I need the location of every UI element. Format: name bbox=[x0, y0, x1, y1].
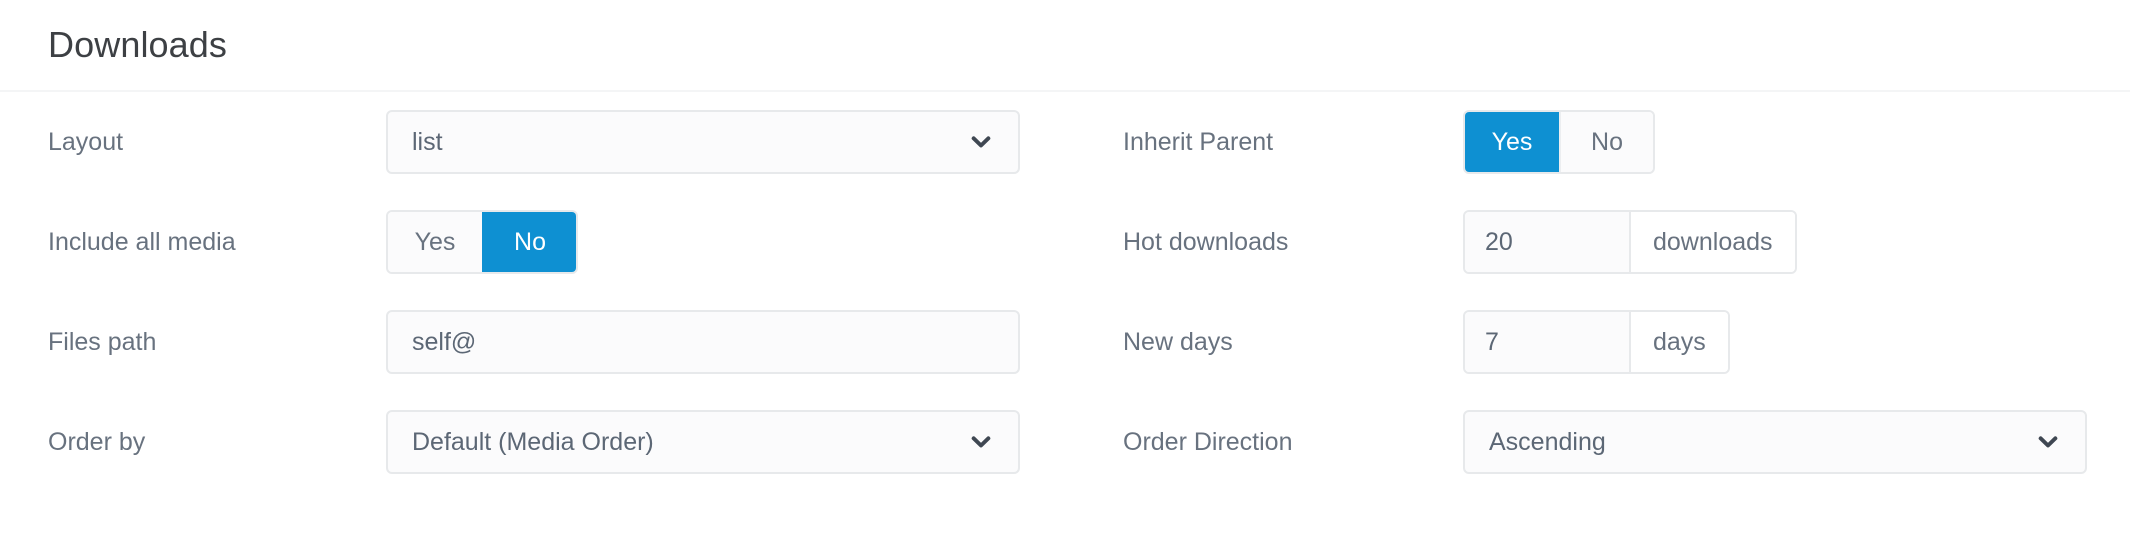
chevron-down-icon bbox=[2035, 429, 2061, 455]
field-new-days: New days days bbox=[1123, 292, 2130, 392]
field-order-direction: Order Direction Ascending bbox=[1123, 392, 2130, 492]
include-all-media-option-no[interactable]: No bbox=[482, 212, 576, 272]
field-label-order-by: Order by bbox=[48, 427, 146, 456]
order-by-select[interactable]: Default (Media Order) bbox=[386, 410, 1020, 474]
order-direction-select[interactable]: Ascending bbox=[1463, 410, 2087, 474]
field-label-new-days: New days bbox=[1123, 327, 1233, 356]
chevron-down-icon bbox=[968, 429, 994, 455]
order-direction-select-value: Ascending bbox=[1489, 429, 1606, 455]
field-layout: Layout list bbox=[48, 92, 1123, 192]
field-label-files-path: Files path bbox=[48, 327, 157, 356]
field-label-hot-downloads: Hot downloads bbox=[1123, 227, 1289, 256]
field-control-layout: list bbox=[386, 110, 1020, 174]
files-path-input[interactable] bbox=[386, 310, 1020, 374]
field-control-inherit-parent: Yes No bbox=[1463, 110, 1655, 174]
field-control-new-days: days bbox=[1463, 310, 1730, 374]
field-control-order-direction: Ascending bbox=[1463, 410, 2087, 474]
field-order-by: Order by Default (Media Order) bbox=[48, 392, 1123, 492]
field-label-order-direction: Order Direction bbox=[1123, 427, 1293, 456]
settings-form-grid: Layout list Inherit Parent Yes No Includ… bbox=[48, 92, 2130, 492]
field-inherit-parent: Inherit Parent Yes No bbox=[1123, 92, 2130, 192]
page-title: Downloads bbox=[48, 24, 228, 65]
layout-select[interactable]: list bbox=[386, 110, 1020, 174]
field-label-layout: Layout bbox=[48, 127, 124, 156]
chevron-down-icon bbox=[968, 129, 994, 155]
hot-downloads-suffix: downloads bbox=[1629, 212, 1795, 272]
new-days-input-group: days bbox=[1463, 310, 1730, 374]
new-days-suffix: days bbox=[1629, 312, 1728, 372]
field-hot-downloads: Hot downloads downloads bbox=[1123, 192, 2130, 292]
inherit-parent-option-yes[interactable]: Yes bbox=[1465, 112, 1559, 172]
new-days-input[interactable] bbox=[1465, 312, 1629, 372]
downloads-settings-panel: Downloads Layout list Inherit Parent Yes… bbox=[0, 0, 2130, 534]
inherit-parent-toggle[interactable]: Yes No bbox=[1463, 110, 1655, 174]
order-by-select-value: Default (Media Order) bbox=[412, 429, 654, 455]
hot-downloads-input[interactable] bbox=[1465, 212, 1629, 272]
panel-header: Downloads bbox=[0, 0, 2130, 92]
inherit-parent-option-no[interactable]: No bbox=[1559, 112, 1653, 172]
field-control-hot-downloads: downloads bbox=[1463, 210, 1797, 274]
field-include-all-media: Include all media Yes No bbox=[48, 192, 1123, 292]
field-files-path: Files path bbox=[48, 292, 1123, 392]
field-label-inherit-parent: Inherit Parent bbox=[1123, 127, 1274, 156]
settings-form: Layout list Inherit Parent Yes No Includ… bbox=[0, 92, 2130, 492]
include-all-media-toggle[interactable]: Yes No bbox=[386, 210, 578, 274]
field-label-include-all-media: Include all media bbox=[48, 227, 236, 256]
field-control-include-all-media: Yes No bbox=[386, 210, 578, 274]
layout-select-value: list bbox=[412, 129, 443, 155]
include-all-media-option-yes[interactable]: Yes bbox=[388, 212, 482, 272]
field-control-order-by: Default (Media Order) bbox=[386, 410, 1020, 474]
hot-downloads-input-group: downloads bbox=[1463, 210, 1797, 274]
field-control-files-path bbox=[386, 310, 1020, 374]
